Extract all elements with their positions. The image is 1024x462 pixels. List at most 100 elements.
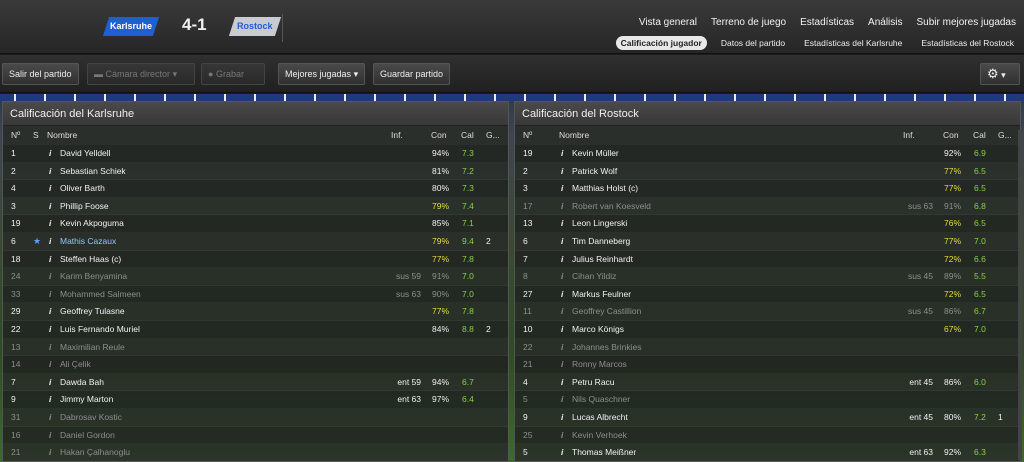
table-row[interactable]: 3 Phillip Foose 79% 7.4 i	[3, 198, 508, 216]
col-info[interactable]: Inf.	[903, 126, 915, 145]
player-name[interactable]: Thomas Meißner	[572, 444, 636, 462]
player-name[interactable]: Daniel Gordon	[60, 427, 115, 445]
info-icon[interactable]: i	[49, 198, 51, 216]
info-icon[interactable]: i	[49, 427, 51, 445]
info-icon[interactable]: i	[561, 339, 563, 357]
info-icon[interactable]: i	[49, 233, 51, 251]
table-row[interactable]: 8 Cihan Yildiz sus 45 89% 5.5 i	[515, 268, 1020, 286]
scrollbar[interactable]	[1018, 130, 1022, 460]
player-name[interactable]: Oliver Barth	[60, 180, 105, 198]
camera-button[interactable]: ▬ Cámara director ▾	[87, 63, 195, 85]
player-name[interactable]: Luis Fernando Muriel	[60, 321, 140, 339]
player-name[interactable]: Mohammed Salmeen	[60, 286, 141, 304]
nav-overview[interactable]: Vista general	[639, 17, 697, 28]
exit-match-button[interactable]: Salir del partido	[2, 63, 79, 85]
table-row[interactable]: 24 Karim Benyamina sus 59 91% 7.0 i	[3, 268, 508, 286]
info-icon[interactable]: i	[561, 251, 563, 269]
info-icon[interactable]: i	[561, 180, 563, 198]
col-condition[interactable]: Con	[431, 126, 447, 145]
table-row[interactable]: 17 Robert van Koesveld sus 63 91% 6.8 i	[515, 198, 1020, 216]
col-rating[interactable]: Cal	[973, 126, 986, 145]
best-plays-button[interactable]: Mejores jugadas ▾	[278, 63, 366, 85]
player-name[interactable]: Cihan Yildiz	[572, 268, 616, 286]
player-name[interactable]: Julius Reinhardt	[572, 251, 633, 269]
player-name[interactable]: Maximilian Reule	[60, 339, 125, 357]
player-name[interactable]: Tim Danneberg	[572, 233, 630, 251]
table-row[interactable]: 4 Petru Racu ent 45 86% 6.0 i	[515, 374, 1020, 392]
col-number[interactable]: Nº	[11, 126, 31, 145]
col-goals[interactable]: G...	[486, 126, 500, 145]
save-match-button[interactable]: Guardar partido	[373, 63, 451, 85]
player-name[interactable]: Matthias Holst (c)	[572, 180, 638, 198]
col-info[interactable]: Inf.	[391, 126, 403, 145]
player-name[interactable]: Robert van Koesveld	[572, 198, 651, 216]
table-row[interactable]: 9 Lucas Albrecht ent 45 80% 7.2 1 i	[515, 409, 1020, 427]
player-name[interactable]: Ronny Marcos	[572, 356, 627, 374]
tab-player-ratings[interactable]: Calificación jugador	[615, 36, 707, 50]
col-name[interactable]: Nombre	[47, 126, 77, 145]
player-name[interactable]: Nils Quaschner	[572, 391, 630, 409]
info-icon[interactable]: i	[49, 339, 51, 357]
table-row[interactable]: 13 Leon Lingerski 76% 6.5 i	[515, 215, 1020, 233]
col-name[interactable]: Nombre	[559, 126, 589, 145]
table-row[interactable]: 13 Maximilian Reule i	[3, 339, 508, 357]
info-icon[interactable]: i	[561, 286, 563, 304]
player-name[interactable]: Patrick Wolf	[572, 163, 617, 181]
info-icon[interactable]: i	[561, 145, 563, 163]
info-icon[interactable]: i	[49, 356, 51, 374]
table-row[interactable]: 7 Julius Reinhardt 72% 6.6 i	[515, 250, 1020, 269]
nav-analysis[interactable]: Análisis	[868, 17, 902, 28]
table-row[interactable]: 6 Tim Danneberg 77% 7.0 i	[515, 233, 1020, 251]
table-row[interactable]: 10 Marco Königs 67% 7.0 i	[515, 320, 1020, 339]
table-row[interactable]: 27 Markus Feulner 72% 6.5 i	[515, 285, 1020, 304]
table-row[interactable]: 2 Sebastian Schiek 81% 7.2 i	[3, 163, 508, 181]
table-row[interactable]: 11 Geoffrey Castillion sus 45 86% 6.7 i	[515, 303, 1020, 321]
table-row[interactable]: 29 Geoffrey Tulasne 77% 7.8 i	[3, 303, 508, 321]
table-row[interactable]: 22 Johannes Brinkies i	[515, 339, 1020, 357]
table-row[interactable]: 2 Patrick Wolf 77% 6.5 i	[515, 163, 1020, 181]
settings-button[interactable]: ⚙ ▾	[980, 63, 1020, 85]
info-icon[interactable]: i	[561, 303, 563, 321]
table-row[interactable]: 21 Ronny Marcos i	[515, 356, 1020, 374]
home-team-badge[interactable]: Karlsruhe	[102, 17, 160, 36]
player-name[interactable]: David Yelldell	[60, 145, 111, 163]
player-name[interactable]: Phillip Foose	[60, 198, 109, 216]
table-row[interactable]: 1 David Yelldell 94% 7.3 i	[3, 145, 508, 163]
info-icon[interactable]: i	[49, 303, 51, 321]
player-name[interactable]: Geoffrey Tulasne	[60, 303, 125, 321]
player-name[interactable]: Hakan Çalhanoglu	[60, 444, 130, 462]
table-row[interactable]: 4 Oliver Barth 80% 7.3 i	[3, 180, 508, 198]
player-name[interactable]: Sebastian Schiek	[60, 163, 126, 181]
col-rating[interactable]: Cal	[461, 126, 474, 145]
table-row[interactable]: 21 Hakan Çalhanoglu i	[3, 444, 508, 462]
player-name[interactable]: Kevin Verhoek	[572, 427, 627, 445]
player-name[interactable]: Dabrosav Kostic	[60, 409, 122, 427]
player-name[interactable]: Marco Königs	[572, 321, 624, 339]
nav-stats[interactable]: Estadísticas	[800, 17, 854, 28]
info-icon[interactable]: i	[49, 145, 51, 163]
player-name[interactable]: Johannes Brinkies	[572, 339, 641, 357]
info-icon[interactable]: i	[561, 215, 563, 233]
player-name[interactable]: Leon Lingerski	[572, 215, 627, 233]
info-icon[interactable]: i	[49, 391, 51, 409]
table-row[interactable]: 18 Steffen Haas (c) 77% 7.8 i	[3, 250, 508, 269]
table-row[interactable]: 19 Kevin Müller 92% 6.9 i	[515, 145, 1020, 163]
player-name[interactable]: Ali Çelik	[60, 356, 91, 374]
info-icon[interactable]: i	[561, 163, 563, 181]
player-name[interactable]: Kevin Müller	[572, 145, 619, 163]
table-row[interactable]: 22 Luis Fernando Muriel 84% 8.8 2 i	[3, 320, 508, 339]
player-name[interactable]: Mathis Cazaux	[60, 233, 116, 251]
player-name[interactable]: Jimmy Marton	[60, 391, 113, 409]
info-icon[interactable]: i	[49, 321, 51, 339]
table-row[interactable]: 19 Kevin Akpoguma 85% 7.1 i	[3, 215, 508, 233]
info-icon[interactable]: i	[561, 427, 563, 445]
record-button[interactable]: ● Grabar	[201, 63, 265, 85]
player-name[interactable]: Petru Racu	[572, 374, 615, 392]
info-icon[interactable]: i	[561, 444, 563, 462]
info-icon[interactable]: i	[49, 409, 51, 427]
player-name[interactable]: Lucas Albrecht	[572, 409, 628, 427]
info-icon[interactable]: i	[49, 251, 51, 269]
info-icon[interactable]: i	[49, 444, 51, 462]
tab-away-stats[interactable]: Estadísticas del Rostock	[916, 36, 1019, 50]
table-row[interactable]: 5 Nils Quaschner i	[515, 391, 1020, 409]
